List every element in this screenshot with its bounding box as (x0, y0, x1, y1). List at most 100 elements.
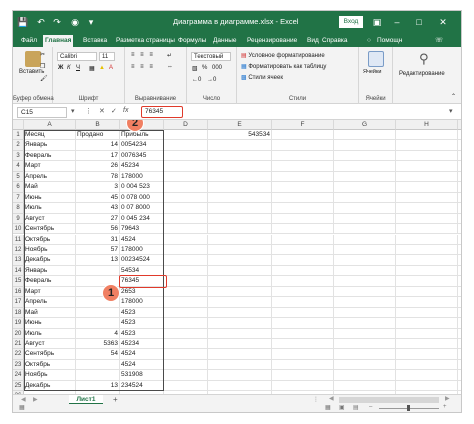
underline-button[interactable]: Ч (76, 65, 80, 71)
cell-g17[interactable] (334, 297, 396, 308)
cell-a25[interactable]: Декабрь (24, 380, 76, 392)
select-all-corner[interactable] (13, 120, 24, 130)
cell-b23[interactable] (76, 359, 120, 371)
cell-c13[interactable]: 00234524 (120, 255, 164, 266)
cell-g15[interactable] (334, 276, 396, 287)
cell-g14[interactable] (334, 265, 396, 277)
row-header[interactable]: 20 (13, 328, 24, 339)
cancel-icon[interactable]: ✕ (99, 107, 105, 115)
cell-e17[interactable] (208, 297, 272, 308)
cell-c6[interactable]: 0 004 523 (120, 182, 164, 193)
share-icon[interactable]: ☏ (433, 35, 445, 47)
cell-b21[interactable]: 5363 (76, 339, 120, 350)
cell-a22[interactable]: Сентябрь (24, 349, 76, 360)
decrease-decimal-icon[interactable]: →0 (207, 77, 216, 83)
italic-button[interactable]: К (67, 65, 71, 71)
cell-a23[interactable]: Октябрь (24, 359, 76, 371)
maximize-icon[interactable]: □ (411, 15, 427, 29)
cell-f25[interactable] (272, 380, 334, 392)
cell-g16[interactable] (334, 286, 396, 298)
cell-h24[interactable] (396, 370, 458, 381)
cell-f21[interactable] (272, 339, 334, 350)
cell-h9[interactable] (396, 213, 458, 225)
cell-c22[interactable]: 4524 (120, 349, 164, 360)
cell-a17[interactable]: Апрель (24, 297, 76, 308)
cell-b13[interactable]: 13 (76, 255, 120, 266)
align-left-icons[interactable]: ≡ ≡ ≡ (131, 64, 155, 70)
cell-e15[interactable] (208, 276, 272, 287)
cell-e22[interactable] (208, 349, 272, 360)
hscroll-left-icon[interactable]: ◀ (329, 395, 334, 402)
tab-data[interactable]: Данные (211, 35, 238, 47)
cell-f5[interactable] (272, 171, 334, 183)
cell-a5[interactable]: Апрель (24, 171, 76, 183)
row-header[interactable]: 3 (13, 150, 24, 162)
cell-b1[interactable]: Продано (76, 130, 120, 141)
cell-g10[interactable] (334, 224, 396, 235)
cell-g19[interactable] (334, 318, 396, 329)
cell-a24[interactable]: Ноябрь (24, 370, 76, 381)
cell-g5[interactable] (334, 171, 396, 183)
cell-a2[interactable]: Январь (24, 140, 76, 151)
cell-g13[interactable] (334, 255, 396, 266)
row-header[interactable]: 15 (13, 276, 24, 287)
tab-home[interactable]: Главная (43, 35, 74, 47)
row-header[interactable]: 5 (13, 171, 24, 183)
cell-f23[interactable] (272, 359, 334, 371)
ribbon-display-icon[interactable]: ▣ (369, 15, 385, 29)
cell-h25[interactable] (396, 380, 458, 392)
cell-e11[interactable] (208, 234, 272, 245)
cell-c9[interactable]: 0 045 234 (120, 213, 164, 225)
customize-icon[interactable]: ▾ (85, 16, 97, 28)
cell-h18[interactable] (396, 307, 458, 319)
cell-e18[interactable] (208, 307, 272, 319)
cell-e6[interactable] (208, 182, 272, 193)
row-header[interactable]: 21 (13, 339, 24, 350)
cell-h10[interactable] (396, 224, 458, 235)
cell-i6[interactable] (458, 182, 461, 193)
cell-f12[interactable] (272, 244, 334, 256)
tab-file[interactable]: Файл (19, 35, 39, 47)
row-header[interactable]: 8 (13, 203, 24, 214)
cell-g6[interactable] (334, 182, 396, 193)
cell-g2[interactable] (334, 140, 396, 151)
cell-c24[interactable]: 531908 (120, 370, 164, 381)
cell-d25[interactable] (164, 380, 208, 392)
search-icon[interactable]: ⚲ (419, 51, 429, 67)
cell-h23[interactable] (396, 359, 458, 371)
percent-icon[interactable]: % (202, 65, 207, 71)
cell-d12[interactable] (164, 244, 208, 256)
cell-d3[interactable] (164, 150, 208, 162)
tab-tell-me[interactable]: Помощн (375, 35, 404, 47)
cell-h5[interactable] (396, 171, 458, 183)
cell-h2[interactable] (396, 140, 458, 151)
cell-c19[interactable]: 4523 (120, 318, 164, 329)
conditional-formatting-button[interactable]: ▤ Условное форматирование (241, 52, 325, 59)
cell-h14[interactable] (396, 265, 458, 277)
row-header[interactable]: 25 (13, 380, 24, 392)
cell-e21[interactable] (208, 339, 272, 350)
cell-i1[interactable] (458, 130, 461, 141)
cell-i23[interactable] (458, 360, 461, 371)
cell-i11[interactable] (458, 235, 461, 245)
accounting-format-icon[interactable]: ▧ (192, 65, 198, 72)
cell-h20[interactable] (396, 328, 458, 339)
cell-b6[interactable]: 3 (76, 182, 120, 193)
insert-function-icon[interactable]: fx (123, 107, 128, 114)
camera-icon[interactable]: ◉ (69, 16, 81, 28)
column-header-g[interactable]: G (334, 120, 396, 130)
cell-a11[interactable]: Октябрь (24, 234, 76, 245)
cell-d13[interactable] (164, 255, 208, 266)
cell-a4[interactable]: Март (24, 161, 76, 172)
cell-i4[interactable] (458, 161, 461, 172)
cell-f8[interactable] (272, 203, 334, 214)
row-header[interactable]: 6 (13, 182, 24, 193)
row-header[interactable]: 18 (13, 307, 24, 319)
cell-d11[interactable] (164, 234, 208, 245)
cell-a8[interactable]: Июль (24, 203, 76, 214)
cell-e1[interactable]: 543534 (208, 130, 272, 141)
cell-d6[interactable] (164, 182, 208, 193)
row-header[interactable]: 22 (13, 349, 24, 360)
cell-e2[interactable] (208, 140, 272, 151)
cells-icon[interactable] (368, 51, 384, 67)
